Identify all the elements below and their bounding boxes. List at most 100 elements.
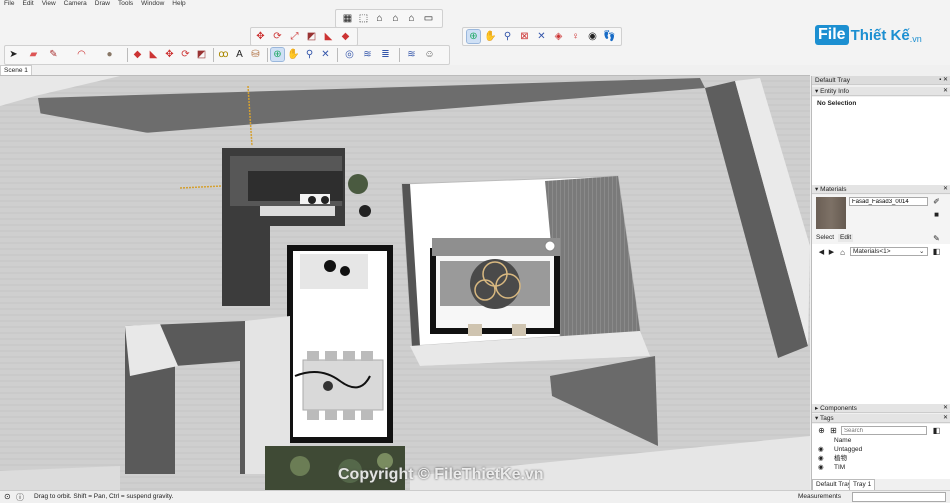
geo-location-icon[interactable]: ⊙ [4, 492, 11, 501]
home-icon[interactable]: ⌂ [373, 12, 386, 25]
close-icon[interactable]: ✕ [943, 414, 948, 423]
tape-icon[interactable]: ꝏ [217, 48, 230, 61]
orbit-icon[interactable]: ⊕ [270, 47, 285, 62]
move-icon[interactable]: ✥ [254, 30, 267, 43]
tray-title-text: Default Tray [815, 77, 851, 84]
library-dropdown[interactable]: Materials<1> ⌄ [850, 247, 928, 256]
warehouse-icon[interactable]: ▦ [341, 12, 354, 25]
paint-bucket-icon[interactable]: ⛁ [249, 48, 262, 61]
rotate-icon[interactable]: ⟳ [179, 48, 192, 61]
material-cube-icon[interactable]: ■ [930, 208, 943, 221]
eye-icon[interactable]: ◉ [818, 455, 824, 463]
section-icon[interactable]: ◎ [343, 48, 356, 61]
toolbar-area: ▦ ⬚ ⌂ ⌂ ⌂ ▭ ✥ ⟳ ⤢ ◩ ◣ ◆ ⊕ ✋ ⚲ ⊠ ✕ ◈ ♀ ◉ … [0, 8, 950, 65]
tag-row[interactable]: ◉ Untagged [816, 446, 946, 455]
menu-camera[interactable]: Camera [60, 0, 91, 8]
follow-me-icon[interactable]: ◣ [322, 30, 335, 43]
follow-me-icon[interactable]: ◣ [147, 48, 160, 61]
tags-title: Tags [819, 415, 834, 422]
model-viewport[interactable]: Copyright © FileThietKe.vn [0, 75, 810, 491]
material-name-field[interactable] [849, 197, 928, 206]
details-arrow-icon[interactable]: ◧ [930, 245, 943, 258]
home-icon[interactable]: ⌂ [836, 246, 849, 259]
layers-icon[interactable]: ≋ [361, 48, 374, 61]
materials-header[interactable]: ▾ Materials ✕ [812, 185, 950, 194]
tray-title: Default Tray ▪ ✕ [812, 76, 950, 85]
tab-edit[interactable]: Edit [838, 234, 854, 242]
zoom-icon[interactable]: ⚲ [501, 30, 514, 43]
paint-icon[interactable]: ● [103, 48, 116, 61]
tags-header[interactable]: ▾ Tags ✕ [812, 414, 950, 423]
iso-view-icon[interactable]: ⬚ [357, 12, 370, 25]
back-view-icon[interactable]: ▭ [422, 12, 435, 25]
tag-row[interactable]: ◉ TIM [816, 464, 946, 473]
offset-icon[interactable]: ◩ [305, 30, 318, 43]
position-camera-icon[interactable]: ♀ [569, 30, 582, 43]
selection-status: No Selection [817, 100, 857, 107]
zoom-window-icon[interactable]: ⊠ [518, 30, 531, 43]
measurements-field[interactable] [852, 492, 946, 502]
eye-icon[interactable]: ◉ [818, 464, 824, 472]
arc-icon[interactable]: ◠ [75, 48, 88, 61]
styles-icon[interactable]: ≋ [405, 48, 418, 61]
menu-tools[interactable]: Tools [114, 0, 137, 8]
eyedropper-icon[interactable]: ✐ [930, 195, 943, 208]
details-arrow-icon[interactable]: ◧ [930, 424, 943, 437]
close-icon[interactable]: ✕ [943, 404, 948, 413]
material-swatch [816, 197, 846, 229]
menu-window[interactable]: Window [137, 0, 168, 8]
main-toolbar: ➤ ▰ ✎ ◠ ● ◆ ◣ ✥ ⟳ ◩ ꝏ A ⛁ ⊕ ✋ ⚲ ✕ ◎ ≋ ≣ … [4, 45, 450, 65]
menu-edit[interactable]: Edit [18, 0, 37, 8]
menu-file[interactable]: File [0, 0, 18, 8]
entity-info-header[interactable]: ▾ Entity Info ✕ [812, 87, 950, 96]
tray-pin-icon[interactable]: ▪ ✕ [939, 76, 948, 85]
select-icon[interactable]: ➤ [7, 48, 20, 61]
orbit-icon[interactable]: ⊕ [466, 29, 481, 44]
walk-icon[interactable]: 👣 [603, 30, 616, 43]
eraser-icon[interactable]: ▰ [27, 48, 40, 61]
toolbar-separator [267, 48, 268, 62]
look-around-icon[interactable]: ◉ [586, 30, 599, 43]
components-header[interactable]: ▸ Components ✕ [812, 404, 950, 413]
camera-toolbar: ⊕ ✋ ⚲ ⊠ ✕ ◈ ♀ ◉ 👣 [462, 27, 622, 46]
pan-icon[interactable]: ✋ [287, 48, 300, 61]
logo-text: Thiết Kế [850, 26, 910, 44]
tag-row[interactable]: ◉ 植物 [816, 455, 946, 464]
eye-icon[interactable]: ◉ [818, 446, 824, 454]
styles-icon[interactable]: ≣ [379, 48, 392, 61]
zoom-icon[interactable]: ⚲ [303, 48, 316, 61]
entity-info-panel: No Selection [812, 97, 950, 185]
zoom-extents-icon[interactable]: ✕ [319, 48, 332, 61]
tab-select[interactable]: Select [816, 234, 834, 242]
front-view-icon[interactable]: ⌂ [389, 12, 402, 25]
library-dropdown-value: Materials<1> [853, 248, 891, 255]
toolbar-separator [337, 48, 338, 62]
scale-icon[interactable]: ⤢ [288, 30, 301, 43]
pan-icon[interactable]: ✋ [484, 30, 497, 43]
tags-search-input[interactable] [841, 426, 927, 435]
site-logo: File Thiết Kế .vn [815, 21, 945, 49]
pushpull-icon[interactable]: ◆ [339, 30, 352, 43]
rotate-icon[interactable]: ⟳ [271, 30, 284, 43]
menu-draw[interactable]: Draw [91, 0, 114, 8]
pushpull-icon[interactable]: ◆ [131, 48, 144, 61]
scale-icon[interactable]: ◩ [195, 48, 208, 61]
right-view-icon[interactable]: ⌂ [405, 12, 418, 25]
status-message: Drag to orbit. Shift = Pan, Ctrl = suspe… [34, 493, 174, 500]
info-icon[interactable]: ⓘ [16, 492, 24, 503]
logo-f: File [815, 25, 849, 45]
close-icon[interactable]: ✕ [943, 87, 948, 96]
account-icon[interactable]: ☺ [423, 48, 436, 61]
tag-folder-icon[interactable]: ⊞ [827, 424, 840, 437]
move-icon[interactable]: ✥ [163, 48, 176, 61]
pencil-icon[interactable]: ✎ [47, 48, 60, 61]
text-icon[interactable]: A [233, 48, 246, 61]
menu-help[interactable]: Help [168, 0, 189, 8]
menu-view[interactable]: View [38, 0, 60, 8]
logo-tld: .vn [909, 34, 922, 44]
views-toolbar: ▦ ⬚ ⌂ ⌂ ⌂ ▭ [335, 9, 443, 28]
previous-icon[interactable]: ◈ [552, 30, 565, 43]
close-icon[interactable]: ✕ [943, 185, 948, 194]
tags-panel: ⊕ ⊞ ◧ Name ◉ Untagged ◉ 植物 ◉ TIM [812, 424, 950, 479]
zoom-extents-icon[interactable]: ✕ [535, 30, 548, 43]
